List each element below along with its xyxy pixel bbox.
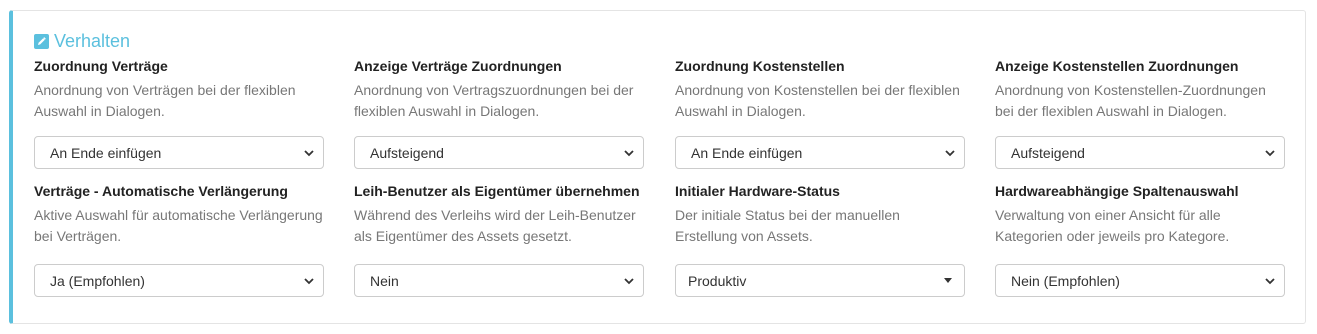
field-zuordnung-vertraege: Zuordnung Verträge Anordnung von Verträg…: [34, 57, 324, 169]
chevron-down-icon: [624, 277, 634, 284]
select-value: Ja (Empfohlen): [50, 272, 145, 289]
select-value: Aufsteigend: [1011, 144, 1085, 161]
hardwareabhaengige-spaltenauswahl-select[interactable]: Nein (Empfohlen): [995, 264, 1285, 297]
field-description: Aktive Auswahl für automatische Verlänge…: [34, 207, 323, 244]
anzeige-kostenstellen-zuordnungen-select[interactable]: Aufsteigend: [995, 136, 1285, 169]
select-value: Produktiv: [688, 272, 747, 289]
chevron-down-icon: [624, 149, 634, 156]
automatische-verlaengerung-select[interactable]: Ja (Empfohlen): [34, 264, 324, 297]
field-description: Der initiale Status bei der manuellen Er…: [675, 207, 900, 244]
zuordnung-vertraege-select[interactable]: An Ende einfügen: [34, 136, 324, 169]
field-initialer-hardware-status: Initialer Hardware-Status Der initiale S…: [675, 182, 965, 297]
select-value: An Ende einfügen: [691, 144, 803, 161]
leih-benutzer-eigentuemer-select[interactable]: Nein: [354, 264, 644, 297]
anzeige-vertraege-zuordnungen-select[interactable]: Aufsteigend: [354, 136, 644, 169]
select-value: Aufsteigend: [370, 144, 444, 161]
pencil-icon: [34, 33, 49, 49]
field-description: Anordnung von Kostenstellen bei der flex…: [675, 82, 960, 119]
field-label: Initialer Hardware-Status: [675, 183, 840, 199]
caret-down-icon: [944, 278, 952, 283]
field-description: Anordnung von Kostenstellen-Zuordnungen …: [995, 82, 1266, 119]
initialer-hardware-status-select[interactable]: Produktiv: [675, 264, 965, 297]
field-description: Verwaltung von einer Ansicht für alle Ka…: [995, 207, 1230, 244]
panel-header: Verhalten: [34, 29, 130, 53]
chevron-down-icon: [1265, 149, 1275, 156]
select-value: Nein: [370, 272, 399, 289]
chevron-down-icon: [304, 149, 314, 156]
zuordnung-kostenstellen-select[interactable]: An Ende einfügen: [675, 136, 965, 169]
field-label: Verträge - Automatische Verlängerung: [34, 183, 288, 199]
behavior-panel: Verhalten Zuordnung Verträge Anordnung v…: [9, 10, 1306, 324]
field-automatische-verlaengerung: Verträge - Automatische Verlängerung Akt…: [34, 182, 324, 297]
chevron-down-icon: [304, 277, 314, 284]
field-description: Anordnung von Vertragszuordnungen bei de…: [354, 82, 634, 119]
field-label: Hardwareabhängige Spaltenauswahl: [995, 183, 1239, 199]
field-description: Anordnung von Verträgen bei der flexible…: [34, 82, 296, 119]
field-description: Während des Verleihs wird der Leih-Benut…: [354, 207, 636, 244]
field-zuordnung-kostenstellen: Zuordnung Kostenstellen Anordnung von Ko…: [675, 57, 965, 169]
panel-title: Verhalten: [54, 30, 131, 51]
field-label: Leih-Benutzer als Eigentümer übernehmen: [354, 183, 640, 199]
field-label: Zuordnung Verträge: [34, 58, 168, 74]
field-label: Zuordnung Kostenstellen: [675, 58, 845, 74]
field-leih-benutzer-eigentuemer: Leih-Benutzer als Eigentümer übernehmen …: [354, 182, 644, 297]
field-label: Anzeige Kostenstellen Zuordnungen: [995, 58, 1239, 74]
field-label: Anzeige Verträge Zuordnungen: [354, 58, 562, 74]
select-value: An Ende einfügen: [50, 144, 162, 161]
field-hardwareabhaengige-spaltenauswahl: Hardwareabhängige Spaltenauswahl Verwalt…: [995, 182, 1285, 297]
chevron-down-icon: [1265, 277, 1275, 284]
chevron-down-icon: [945, 149, 955, 156]
field-anzeige-kostenstellen-zuordnungen: Anzeige Kostenstellen Zuordnungen Anordn…: [995, 57, 1285, 169]
field-anzeige-vertraege-zuordnungen: Anzeige Verträge Zuordnungen Anordnung v…: [354, 57, 644, 169]
select-value: Nein (Empfohlen): [1011, 272, 1120, 289]
